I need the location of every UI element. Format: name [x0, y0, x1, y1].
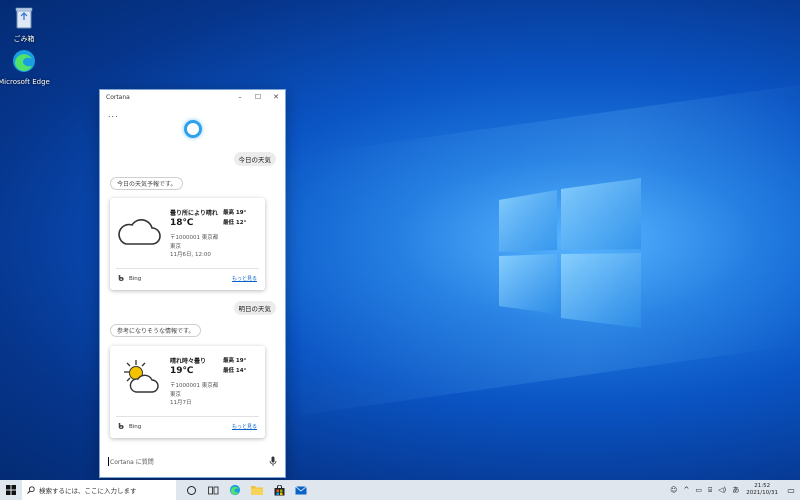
network-icon[interactable]: ⌸: [705, 486, 715, 495]
sun-cloud-icon: [124, 360, 159, 393]
window-titlebar[interactable]: Cortana – ☐ ✕: [100, 90, 285, 104]
clock-time: 21:52: [754, 483, 771, 489]
file-explorer-button[interactable]: [246, 480, 268, 500]
source-label: Bing: [128, 423, 142, 430]
weather-city: 東京: [170, 391, 182, 398]
weather-card[interactable]: 晴れ時々曇り 19℃ 最高 19° 最低 14° 〒1000001 東京都 東京…: [110, 346, 265, 438]
ime-indicator[interactable]: あ: [729, 485, 742, 495]
people-icon[interactable]: ☺: [667, 486, 680, 494]
taskbar-clock[interactable]: 21:52 2021/10/31: [742, 483, 782, 497]
cortana-ring-icon: [184, 120, 202, 138]
desktop-icon-recycle-bin[interactable]: ごみ箱: [0, 4, 54, 44]
weather-temperature: 18℃: [170, 218, 194, 228]
bing-source: ᑲ Bing: [118, 274, 141, 283]
cloudy-icon: [118, 219, 161, 245]
weather-postal: 〒1000001 東京都: [170, 235, 219, 241]
cortana-response-bubble: 今日の天気予報です。: [110, 177, 184, 190]
more-options-button[interactable]: ...: [108, 110, 119, 119]
store-button[interactable]: [268, 480, 290, 500]
edge-icon: [229, 484, 241, 496]
card-divider: [116, 268, 259, 269]
bing-source: ᑲ Bing: [118, 422, 141, 431]
search-icon: [27, 486, 35, 494]
minimize-button[interactable]: –: [231, 90, 249, 104]
weather-date: 11月6日, 12:00: [170, 252, 211, 258]
weather-low: 最低 14°: [223, 368, 247, 374]
text-cursor: [108, 456, 109, 466]
clock-date: 2021/10/31: [746, 490, 778, 496]
source-label: Bing: [128, 275, 142, 282]
cortana-response-bubble: 参考になりそうな情報です。: [110, 324, 202, 337]
weather-condition: 曇り所により晴れ: [170, 210, 218, 217]
weather-postal: 〒1000001 東京都: [170, 383, 219, 389]
taskbar-search-box[interactable]: 検索するには、ここに入力します: [22, 480, 176, 500]
desktop-icon-label: Microsoft Edge: [0, 78, 50, 86]
see-more-link[interactable]: もっと見る: [232, 423, 257, 430]
bing-icon: ᑲ: [118, 422, 124, 431]
weather-temperature: 19℃: [170, 366, 194, 376]
edge-taskbar-button[interactable]: [224, 480, 246, 500]
weather-condition: 晴れ時々曇り: [170, 358, 207, 365]
start-button[interactable]: [0, 480, 22, 500]
cortana-window: Cortana – ☐ ✕ ... 今日の天気 今日の天気予報です。 曇り所によ…: [100, 90, 285, 477]
weather-low: 最低 12°: [223, 220, 247, 226]
maximize-button[interactable]: ☐: [249, 90, 267, 104]
weather-location: 〒1000001 東京都 東京 11月7日: [170, 382, 218, 408]
mail-button[interactable]: [290, 480, 312, 500]
see-more-link[interactable]: もっと見る: [232, 275, 257, 282]
folder-icon: [251, 486, 263, 495]
microphone-icon[interactable]: [269, 456, 277, 466]
user-query-bubble: 明日の天気: [233, 301, 276, 315]
ask-cortana-input[interactable]: Cortana に質問: [108, 454, 277, 468]
ask-placeholder: Cortana に質問: [110, 458, 154, 466]
cortana-circle-icon: [186, 485, 196, 495]
store-bag-icon: [274, 484, 284, 495]
chevron-up-icon[interactable]: ^: [680, 486, 692, 494]
card-divider: [116, 416, 259, 417]
weather-high: 最高 19°: [223, 210, 247, 216]
bing-icon: ᑲ: [118, 274, 124, 283]
weather-card[interactable]: 曇り所により晴れ 18℃ 最高 19° 最低 12° 〒1000001 東京都 …: [110, 198, 265, 290]
mail-icon: [295, 485, 307, 494]
task-view-icon: [207, 486, 218, 494]
battery-icon[interactable]: ▭: [692, 486, 705, 494]
task-view-button[interactable]: [202, 480, 224, 500]
weather-date: 11月7日: [170, 400, 192, 406]
weather-high: 最高 19°: [223, 358, 247, 364]
close-button[interactable]: ✕: [267, 90, 285, 104]
edge-icon: [13, 50, 35, 72]
taskbar: 検索するには、ここに入力します ☺ ^ ▭ ⌸ ◁) あ 21:52 2021/…: [0, 480, 800, 500]
windows-start-icon: [6, 485, 16, 495]
weather-location: 〒1000001 東京都 東京 11月6日, 12:00: [170, 234, 218, 260]
windows-wallpaper-logo: [499, 178, 641, 328]
recycle-bin-icon: [15, 7, 33, 29]
volume-icon[interactable]: ◁): [715, 486, 729, 494]
system-tray: ☺ ^ ▭ ⌸ ◁) あ 21:52 2021/10/31 ▭: [667, 480, 800, 500]
weather-city: 東京: [170, 243, 182, 250]
search-placeholder: 検索するには、ここに入力します: [39, 487, 137, 495]
desktop-icon-label: ごみ箱: [13, 35, 35, 43]
notification-center-icon[interactable]: ▭: [782, 486, 800, 495]
desktop-icon-edge[interactable]: Microsoft Edge: [0, 48, 54, 86]
window-title: Cortana: [106, 93, 130, 101]
user-query-bubble: 今日の天気: [233, 152, 276, 166]
cortana-taskbar-button[interactable]: [180, 480, 202, 500]
